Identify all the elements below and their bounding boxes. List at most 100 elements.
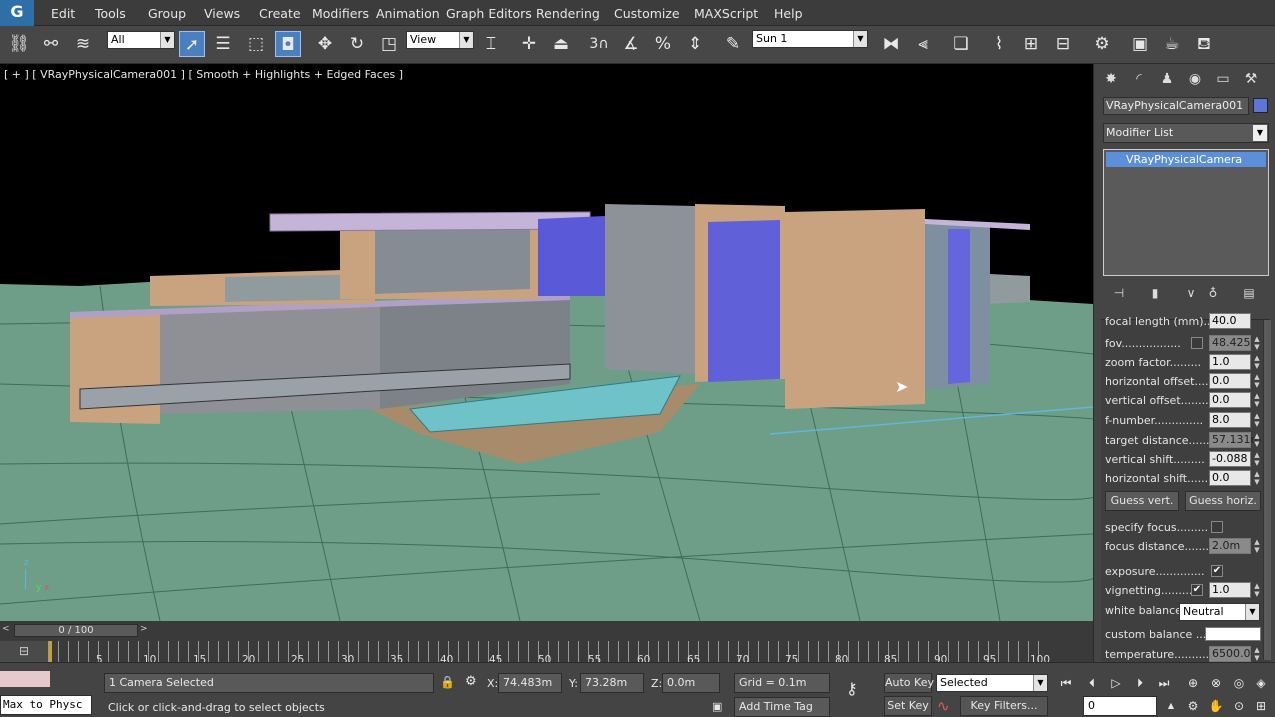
utilities-tab-icon[interactable]: ⚒	[1240, 68, 1262, 90]
bind-spacewarp-icon[interactable]: ≋	[70, 31, 96, 57]
mirror-icon[interactable]: ⧓	[878, 31, 904, 57]
configure-sets-icon[interactable]: ▤	[1240, 286, 1258, 302]
maximize-viewport-icon[interactable]: ⊞	[1250, 696, 1272, 716]
add-time-tag-field[interactable]: Add Time Tag	[734, 697, 830, 717]
auto-key-button[interactable]: Auto Key	[884, 673, 934, 693]
key-icon[interactable]: ⚷	[846, 679, 858, 698]
pivot-icon[interactable]: ⌶	[478, 31, 504, 57]
script-listener-pink[interactable]	[0, 671, 50, 687]
specify-focus-checkbox[interactable]	[1211, 521, 1223, 533]
key-mode-dropdown[interactable]: Selected ▼	[936, 674, 1048, 692]
window-crossing-icon[interactable]: ◘	[275, 31, 301, 57]
zoom-all-icon[interactable]: ⊗	[1205, 673, 1227, 693]
focus-distance-spinner[interactable]: 2.0m	[1209, 538, 1251, 554]
render-setup-icon[interactable]: ⚙	[1089, 31, 1115, 57]
horizontal-shift-spinner[interactable]: 0.0	[1209, 470, 1251, 486]
manipulate-icon[interactable]: ✛	[516, 31, 542, 57]
spinner-arrows-icon[interactable]: ▲ ▼	[1252, 646, 1262, 662]
menu-views[interactable]: Views	[204, 6, 240, 21]
spinner-arrows-icon[interactable]: ▲ ▼	[1252, 582, 1262, 598]
teapot-icon[interactable]: ⛾	[1191, 31, 1217, 57]
z-coordinate-field[interactable]: 0.0m	[662, 673, 720, 693]
custom-balance-swatch[interactable]	[1205, 627, 1261, 641]
modify-tab-icon[interactable]: ◜	[1128, 68, 1150, 90]
remove-modifier-icon[interactable]: ♁	[1204, 286, 1222, 302]
panel-scrollbar[interactable]	[1263, 320, 1271, 660]
menu-animation[interactable]: Animation	[376, 6, 440, 21]
menu-tools[interactable]: Tools	[95, 6, 126, 21]
menu-rendering[interactable]: Rendering	[536, 6, 600, 21]
app-logo-icon[interactable]: G	[0, 0, 34, 26]
absolute-mode-icon[interactable]: ⚙	[465, 674, 477, 689]
spinner-arrows-icon[interactable]: ▲ ▼	[1252, 335, 1262, 351]
unlink-icon[interactable]: ⚯	[38, 31, 64, 57]
f-number-spinner[interactable]: 8.0	[1209, 412, 1251, 428]
make-unique-icon[interactable]: ∨	[1182, 286, 1200, 302]
pan-icon[interactable]: ✋	[1205, 696, 1227, 716]
current-frame-field[interactable]: 0	[1083, 696, 1157, 716]
menu-create[interactable]: Create	[259, 6, 301, 21]
create-tab-icon[interactable]: ✸	[1100, 68, 1122, 90]
time-slider[interactable]: 0 / 100	[14, 624, 138, 637]
link-icon[interactable]: ⛓	[6, 31, 32, 57]
spinner-arrows-icon[interactable]: ▲ ▼	[1252, 392, 1262, 408]
white-balance-dropdown[interactable]: Neutral ▼	[1179, 603, 1260, 621]
lock-selection-icon[interactable]: 🔒	[440, 675, 455, 689]
time-config-icon[interactable]: ⚙	[1182, 696, 1204, 716]
y-coordinate-field[interactable]: 73.28m	[580, 673, 644, 693]
menu-customize[interactable]: Customize	[614, 6, 680, 21]
play-icon[interactable]: ▷	[1105, 673, 1127, 693]
modifier-list-dropdown[interactable]: Modifier List ▼	[1103, 123, 1269, 143]
vertical-offset-spinner[interactable]: 0.0	[1209, 392, 1251, 408]
temperature-spinner[interactable]: 6500.0	[1209, 646, 1251, 662]
schematic-icon[interactable]: ⊞	[1018, 31, 1044, 57]
display-tab-icon[interactable]: ▭	[1212, 68, 1234, 90]
motion-tab-icon[interactable]: ◉	[1184, 68, 1206, 90]
select-object-icon[interactable]: ➚	[179, 31, 205, 57]
vertical-shift-spinner[interactable]: -0.088	[1209, 451, 1251, 467]
object-color-swatch[interactable]	[1253, 98, 1268, 113]
curve-editor-mini-icon[interactable]: ⊟	[0, 641, 48, 662]
spinner-arrows-icon[interactable]: ▲ ▼	[1252, 451, 1262, 467]
key-filters-button[interactable]: Key Filters...	[960, 696, 1048, 716]
edit-named-sets-icon[interactable]: ✎	[720, 31, 746, 57]
guess-horiz-button[interactable]: Guess horiz.	[1185, 491, 1261, 511]
material-editor-icon[interactable]: ⊟	[1050, 31, 1076, 57]
go-to-end-icon[interactable]: ⏭	[1153, 673, 1175, 693]
slider-prev-icon[interactable]: <	[2, 624, 14, 637]
menu-edit[interactable]: Edit	[51, 6, 75, 21]
align-icon[interactable]: ⫷	[910, 31, 936, 57]
stack-item-vray-camera[interactable]: VRayPhysicalCamera	[1106, 152, 1266, 167]
percent-snap-icon[interactable]: %	[650, 31, 676, 57]
slider-next-icon[interactable]: >	[140, 624, 152, 637]
object-name-field[interactable]: VRayPhysicalCamera001	[1103, 97, 1249, 115]
set-key-button[interactable]: Set Key	[884, 696, 932, 716]
guess-vert-button[interactable]: Guess vert.	[1105, 491, 1179, 511]
show-end-result-icon[interactable]: ▮	[1146, 286, 1164, 302]
scale-icon[interactable]: ◳	[376, 31, 402, 57]
rect-region-icon[interactable]: ⬚	[243, 31, 269, 57]
menu-help[interactable]: Help	[774, 6, 803, 21]
x-coordinate-field[interactable]: 74.483m	[498, 673, 562, 693]
spinner-arrows-icon[interactable]: ▲ ▼	[1252, 354, 1262, 370]
fov-checkbox[interactable]	[1191, 337, 1203, 349]
render-icon[interactable]: ☕	[1159, 31, 1185, 57]
layer-manager-icon[interactable]: ❏	[948, 31, 974, 57]
spinner-arrows-icon[interactable]: ▲ ▼	[1252, 470, 1262, 486]
spinner-arrows-icon[interactable]: ▲ ▼	[1252, 432, 1262, 448]
menu-graph-editors[interactable]: Graph Editors	[446, 6, 532, 21]
exposure-checkbox[interactable]: ✔	[1211, 565, 1223, 577]
curve-editor-icon[interactable]: ⌇	[986, 31, 1012, 57]
menu-modifiers[interactable]: Modifiers	[312, 6, 369, 21]
snap-icon[interactable]: 3∩	[586, 31, 612, 57]
zoom-factor-spinner[interactable]: 1.0	[1209, 354, 1251, 370]
vignetting-checkbox[interactable]: ✔	[1191, 584, 1203, 596]
viewport-label[interactable]: [ + ] [ VRayPhysicalCamera001 ] [ Smooth…	[4, 68, 403, 81]
select-by-name-icon[interactable]: ☰	[210, 31, 236, 57]
hierarchy-tab-icon[interactable]: ♟	[1156, 68, 1178, 90]
camera-viewport[interactable]: [ + ] [ VRayPhysicalCamera001 ] [ Smooth…	[0, 64, 1093, 621]
selection-filter-dropdown[interactable]: All ▼	[107, 31, 175, 49]
named-selection-dropdown[interactable]: Sun 1 ▼	[752, 30, 868, 48]
key-curve-icon[interactable]: ∿	[937, 697, 950, 715]
dolly-icon[interactable]: ◎	[1228, 673, 1250, 693]
